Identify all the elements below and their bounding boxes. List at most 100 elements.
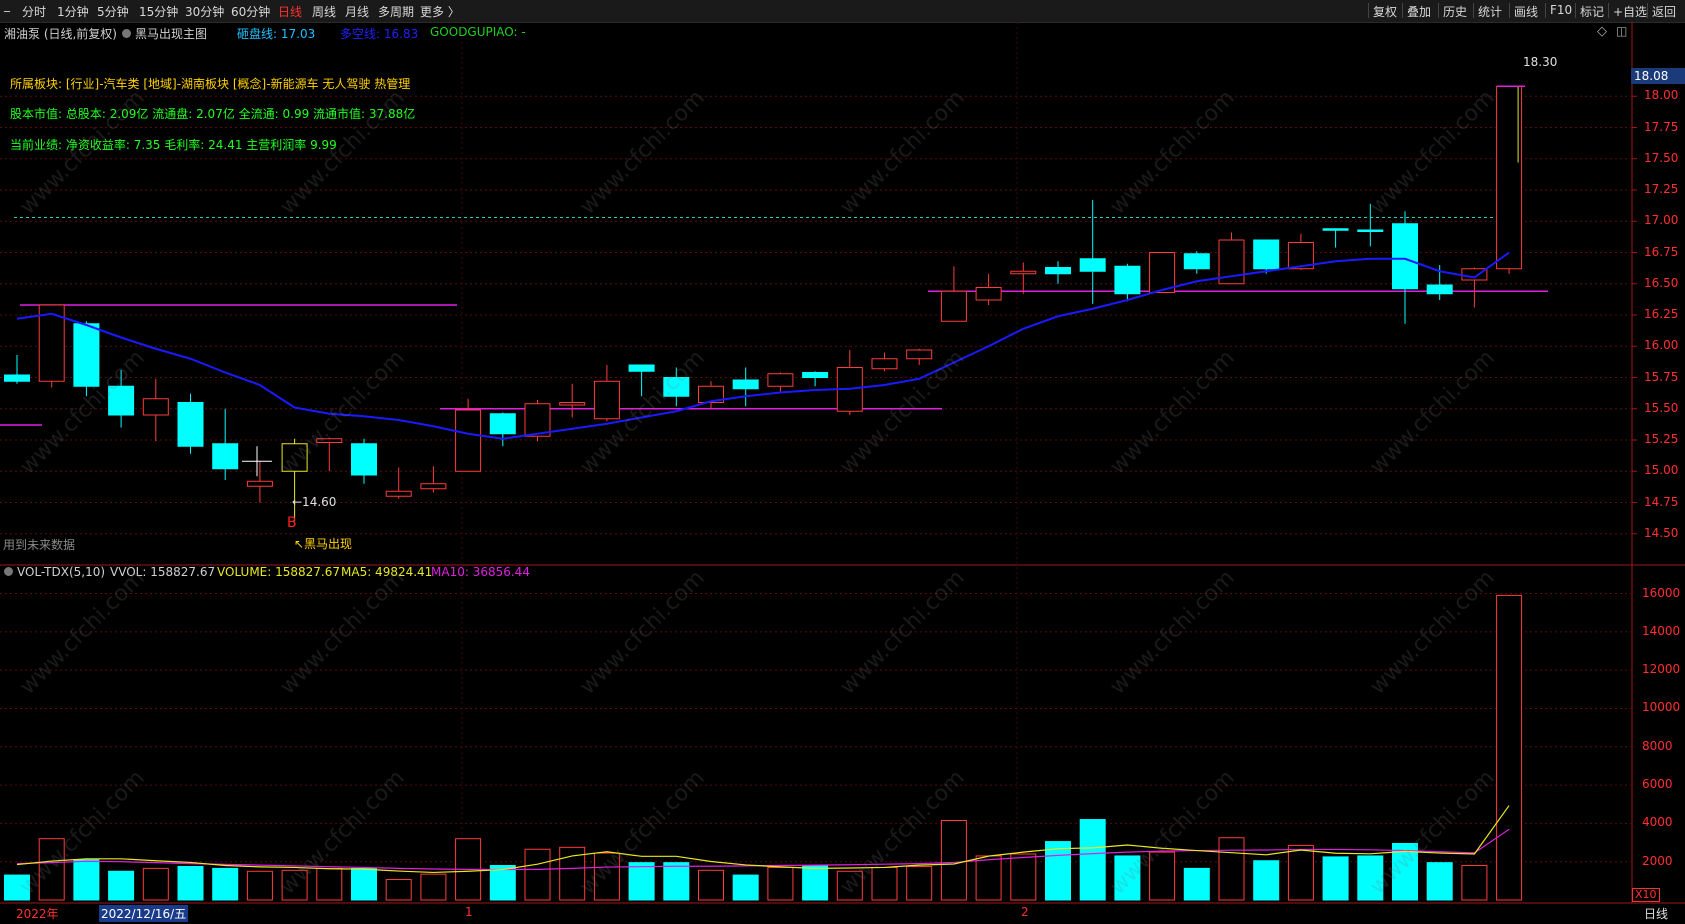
toolbar-separator: [1509, 3, 1510, 18]
volume-ma5-line: [16, 805, 1510, 874]
volume-bar: [1426, 862, 1453, 901]
volume-bar: [1357, 855, 1384, 901]
toolbar-separator: [1438, 3, 1439, 18]
period-tab[interactable]: 5分钟: [97, 3, 129, 20]
volume-bar: [1045, 841, 1071, 901]
timeline-month-2: 2: [1021, 905, 1029, 919]
period-tab[interactable]: 分时: [22, 3, 46, 20]
candle-body: [732, 379, 759, 390]
candle-body: [767, 373, 794, 387]
volume-value: VOLUME: 158827.67: [217, 565, 340, 579]
volume-bar: [1183, 867, 1210, 901]
volume-bar: [593, 852, 620, 901]
volume-bar: [38, 838, 65, 901]
candle-body: [975, 287, 1002, 301]
price-tick-label: 16.50: [1644, 275, 1679, 290]
period-tab[interactable]: 更多 〉: [420, 3, 460, 20]
period-tab[interactable]: 1分钟: [57, 3, 89, 20]
timeline-month-1: 1: [465, 905, 473, 919]
period-tab[interactable]: 30分钟: [185, 3, 224, 20]
candle-body: [1114, 265, 1141, 295]
toolbar-button[interactable]: 返回: [1652, 3, 1676, 20]
volume-indicator-label: VOL-TDX(5,10): [17, 565, 106, 579]
candle-body: [1183, 253, 1210, 270]
candle-body: [1253, 239, 1280, 270]
candle-body: [316, 438, 343, 443]
volume-tick-label: 8000: [1642, 738, 1673, 753]
volume-bar: [628, 862, 655, 901]
toolbar-button[interactable]: 统计: [1478, 3, 1502, 20]
toolbar-button[interactable]: 历史: [1443, 3, 1467, 20]
price-tick-label: 14.75: [1644, 494, 1679, 509]
period-tab[interactable]: 多周期: [378, 3, 414, 20]
candle-body: [351, 443, 377, 476]
volume-tick-label: 2000: [1642, 853, 1673, 868]
period-tab[interactable]: 日线: [278, 3, 302, 20]
toolbar-button[interactable]: 画线: [1514, 3, 1538, 20]
toolbar-separator: [1473, 3, 1474, 18]
volume-bar: [836, 870, 863, 901]
toolbar-button[interactable]: F10: [1550, 3, 1572, 17]
volume-bar: [975, 855, 1002, 901]
candle-body: [1010, 270, 1037, 275]
candle-body: [940, 290, 967, 322]
toolbar-separator: [1575, 3, 1576, 18]
price-tick-label: 17.25: [1644, 182, 1679, 196]
volume-bar: [663, 862, 690, 901]
candle-body: [1426, 284, 1453, 295]
high-price-marker: 18.30: [1523, 55, 1558, 69]
period-tab[interactable]: 15分钟: [139, 3, 178, 20]
volume-bar: [1149, 851, 1176, 901]
candle-body: [455, 409, 482, 472]
minimize-icon[interactable]: _: [4, 0, 10, 12]
candle-body: [1079, 258, 1106, 272]
volume-bar: [73, 859, 100, 901]
volume-bar: [177, 865, 204, 901]
candle-body: [489, 413, 516, 435]
top-toolbar: 分时 1分钟 5分钟 15分钟 30分钟 60分钟 日线 周线 月线 多周期 更多 〉 复权 叠加 历史统…: [0, 0, 1685, 23]
volume-bar: [940, 820, 967, 901]
period-tab[interactable]: 月线: [345, 3, 369, 20]
kline-chart[interactable]: [0, 22, 1685, 924]
volume-bar: [420, 873, 447, 901]
toolbar-separator: [1545, 3, 1546, 18]
volume-bar: [1218, 837, 1245, 901]
toolbar-separator: [1608, 3, 1609, 18]
candle-body: [593, 380, 620, 420]
volume-bar: [1079, 819, 1106, 901]
toolbar-button[interactable]: 标记: [1580, 3, 1604, 20]
volume-tick-label: 4000: [1642, 815, 1673, 830]
toolbar-button[interactable]: 叠加: [1407, 3, 1431, 20]
volume-bar: [1253, 860, 1280, 901]
price-tick-label: 17.75: [1644, 119, 1679, 134]
volume-bar: [906, 865, 933, 901]
price-tick-label: 15.00: [1644, 463, 1679, 478]
candle-body: [420, 483, 447, 490]
volume-tick-label: 6000: [1642, 777, 1673, 792]
current-price-tag: 18.08: [1631, 68, 1685, 84]
volume-indicator[interactable]: VOL-TDX(5,10): [4, 565, 105, 579]
low-price-marker: ←14.60: [292, 495, 337, 509]
candle-body: [524, 403, 551, 437]
volume-bar: [385, 879, 412, 901]
candle-body: [108, 385, 135, 416]
volume-tick-label: 12000: [1642, 662, 1681, 677]
period-tab[interactable]: 60分钟: [231, 3, 270, 20]
period-tab[interactable]: 周线: [312, 3, 336, 20]
period-label[interactable]: 日线: [1644, 905, 1668, 922]
price-tick-label: 16.25: [1644, 307, 1679, 321]
candle-body: [212, 443, 239, 470]
toolbar-button[interactable]: +自选: [1613, 3, 1647, 20]
toolbar-button[interactable]: 复权: [1373, 3, 1397, 20]
candle-body: [1322, 228, 1349, 231]
ma5-value: MA5: 49824.41: [341, 565, 433, 579]
timeline-year: 2022年: [16, 907, 59, 921]
cursor-date: 2022/12/16/五: [99, 905, 189, 922]
price-tick-label: 17.00: [1644, 213, 1679, 228]
volume-bar: [1287, 844, 1314, 901]
volume-bar: [524, 848, 551, 901]
buy-signal-letter: B: [287, 515, 297, 531]
candle-body: [4, 374, 30, 382]
volume-bar: [246, 870, 273, 901]
candle-body: [1149, 252, 1176, 293]
